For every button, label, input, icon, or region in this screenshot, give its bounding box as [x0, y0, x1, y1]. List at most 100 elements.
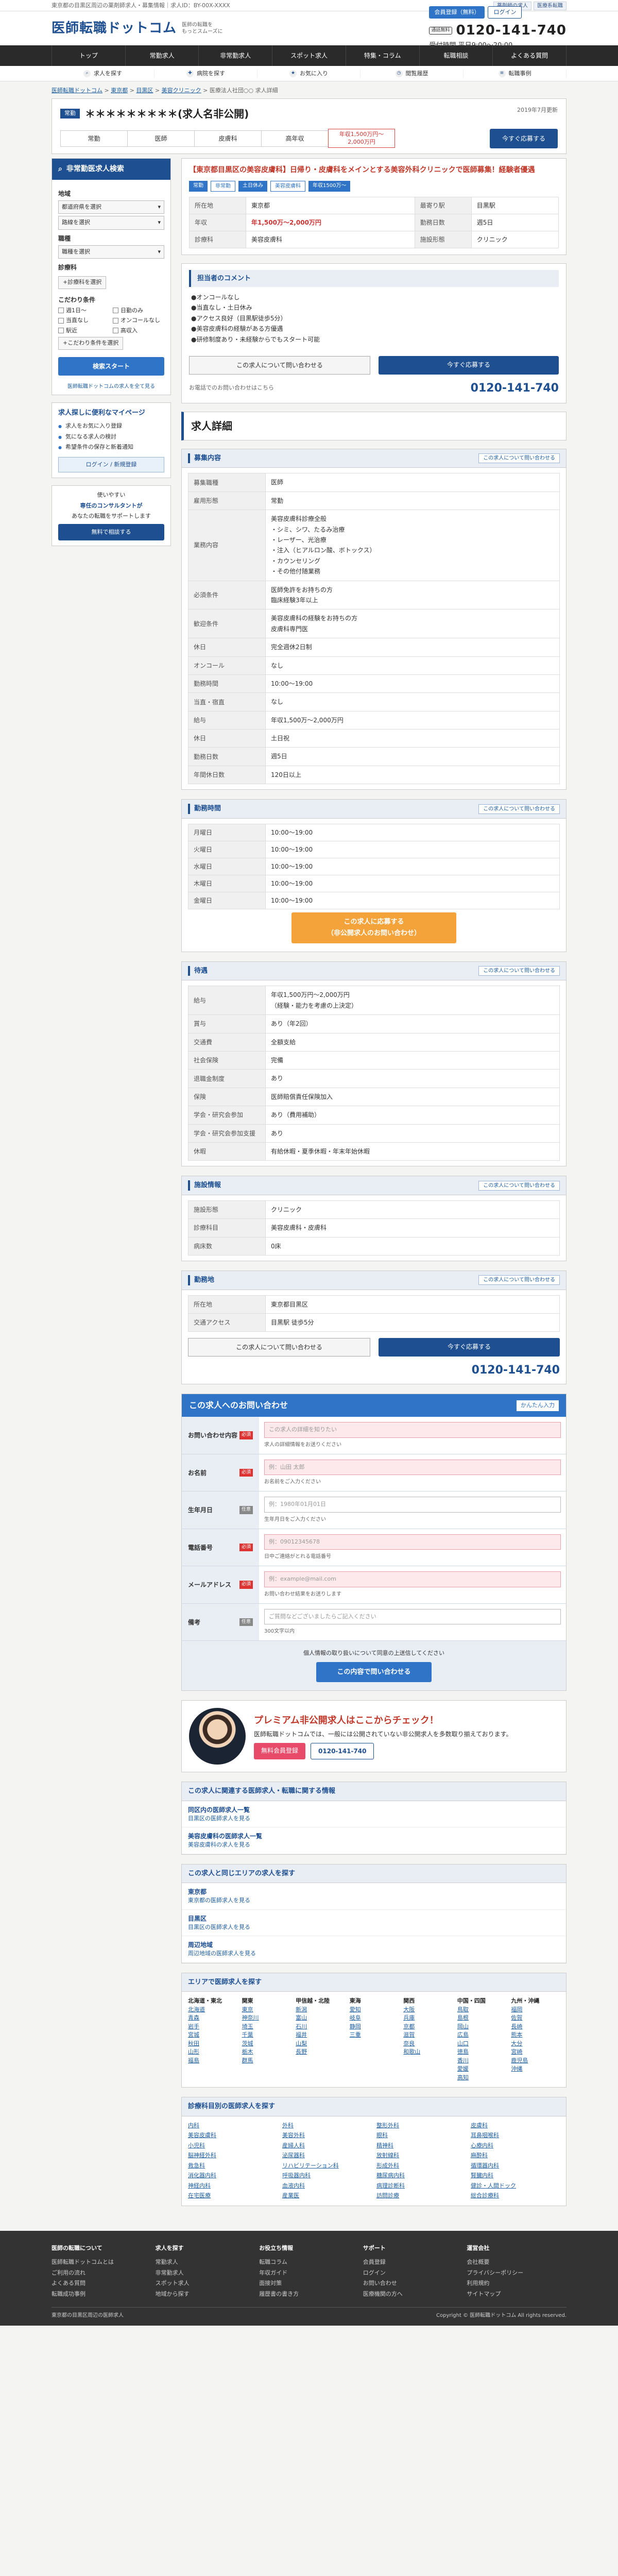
footer-link[interactable]: 常勤求人	[156, 2257, 255, 2268]
condition-checkbox[interactable]: 日勤のみ	[113, 307, 164, 315]
specialty-link[interactable]: 心療内科	[471, 2142, 560, 2150]
job-select[interactable]: 職種を選択 ▾	[58, 245, 164, 259]
area-link[interactable]: 新潟	[296, 2006, 345, 2014]
condition-checkbox[interactable]: 週1日〜	[58, 307, 110, 315]
specialty-link[interactable]: 眼科	[376, 2131, 466, 2140]
breadcrumb-link[interactable]: 医師転職ドットコム	[52, 87, 102, 94]
area-link[interactable]: 徳島	[457, 2048, 506, 2057]
specialty-link[interactable]: 放射線科	[376, 2151, 466, 2160]
premium-banner[interactable]: プレミアム非公開求人はここからチェック！ 医師転職ドットコムでは、一般には公開さ…	[181, 1700, 566, 1773]
nav-item[interactable]: 非常勤求人	[199, 45, 273, 66]
register-button[interactable]: 会員登録（無料）	[429, 6, 485, 19]
area-link[interactable]: 岩手	[188, 2023, 237, 2031]
specialty-link[interactable]: 皮膚科	[471, 2122, 560, 2130]
area-link[interactable]: 北海道	[188, 2006, 237, 2014]
form-input[interactable]: 例：山田 太郎	[264, 1459, 561, 1476]
specialty-link[interactable]: 血液内科	[282, 2182, 371, 2191]
line-select[interactable]: 路線を選択 ▾	[58, 216, 164, 230]
footer-link[interactable]: サイトマップ	[467, 2289, 566, 2300]
related-item[interactable]: 目黒区 目黒区の医師求人を見る	[182, 1910, 566, 1937]
specialty-link[interactable]: 美容外科	[282, 2131, 371, 2140]
area-link[interactable]: 福島	[188, 2057, 237, 2065]
specialty-link[interactable]: 形成外科	[376, 2162, 466, 2171]
all-jobs-link[interactable]: 医師転職ドットコムの求人を全て見る	[52, 383, 170, 395]
inquire-button[interactable]: この求人について問い合わせる	[188, 1338, 370, 1357]
area-link[interactable]: 茨城	[242, 2040, 291, 2048]
related-item[interactable]: 美容皮膚科の医師求人一覧 美容皮膚科の求人を見る	[182, 1827, 566, 1854]
area-link[interactable]: 宮崎	[511, 2048, 560, 2057]
specialty-link[interactable]: 循環器内科	[471, 2162, 560, 2171]
condition-checkbox[interactable]: 駅近	[58, 327, 110, 335]
area-link[interactable]: 東京	[242, 2006, 291, 2014]
footer-link[interactable]: 会員登録	[363, 2257, 463, 2268]
area-link[interactable]: 宮城	[188, 2031, 237, 2040]
inquire-link[interactable]: この求人について問い合わせる	[478, 1275, 560, 1285]
area-link[interactable]: 愛知	[350, 2006, 399, 2014]
specialty-link[interactable]: 腎臓内科	[471, 2172, 560, 2180]
subnav-cases[interactable]: ≡ 転職事例	[464, 69, 566, 78]
footer-link[interactable]: 履歴書の書き方	[259, 2289, 359, 2300]
specialty-link[interactable]: 小児科	[188, 2142, 277, 2150]
nav-item[interactable]: 特集・コラム	[346, 45, 420, 66]
subnav-favorite[interactable]: ★ お気に入り	[258, 69, 360, 78]
specialty-link[interactable]: 訪問診療	[376, 2192, 466, 2200]
area-link[interactable]: 佐賀	[511, 2014, 560, 2023]
specialty-link[interactable]: 泌尿器科	[282, 2151, 371, 2160]
footer-link[interactable]: 年収ガイド	[259, 2268, 359, 2279]
condition-checkbox[interactable]: 当直なし	[58, 316, 110, 325]
area-link[interactable]: 福岡	[511, 2006, 560, 2014]
area-link[interactable]: 鹿児島	[511, 2057, 560, 2065]
phone-number[interactable]: 0120-141-740	[472, 1362, 560, 1379]
specialty-button[interactable]: +診療科を選択	[58, 276, 107, 289]
footer-link[interactable]: プライバシーポリシー	[467, 2268, 566, 2279]
consult-banner[interactable]: 使いやすい 専任のコンサルタントが あなたの転職をサポートします 無料で相談する	[52, 485, 171, 546]
related-item[interactable]: 同区内の医師求人一覧 目黒区の医師求人を見る	[182, 1801, 566, 1828]
specialty-link[interactable]: 健診・人間ドック	[471, 2182, 560, 2191]
specialty-link[interactable]: 産婦人科	[282, 2142, 371, 2150]
specialty-link[interactable]: 麻酔科	[471, 2151, 560, 2160]
footer-link[interactable]: 会社概要	[467, 2257, 566, 2268]
area-link[interactable]: 高知	[457, 2074, 506, 2082]
apply-orange-button[interactable]: この求人に応募する （非公開求人のお問い合わせ）	[291, 912, 456, 943]
area-link[interactable]: 大分	[511, 2040, 560, 2048]
nav-item[interactable]: 常勤求人	[126, 45, 199, 66]
area-link[interactable]: 山梨	[296, 2040, 345, 2048]
prefecture-select[interactable]: 都道府県を選択 ▾	[58, 200, 164, 214]
area-link[interactable]: 鳥取	[457, 2006, 506, 2014]
area-link[interactable]: 三重	[350, 2031, 399, 2040]
form-input[interactable]: 例：1980年01月01日	[264, 1497, 561, 1513]
inquire-link[interactable]: この求人について問い合わせる	[478, 804, 560, 814]
footer-link[interactable]: 転職コラム	[259, 2257, 359, 2268]
area-link[interactable]: 長野	[296, 2048, 345, 2057]
phone-number[interactable]: 0120-141-740	[311, 1742, 374, 1759]
area-link[interactable]: 山口	[457, 2040, 506, 2048]
specialty-link[interactable]: 総合診療科	[471, 2192, 560, 2200]
area-link[interactable]: 長崎	[511, 2023, 560, 2031]
footer-link[interactable]: 非常勤求人	[156, 2268, 255, 2279]
area-link[interactable]: 和歌山	[403, 2048, 452, 2057]
specialty-link[interactable]: 産業医	[282, 2192, 371, 2200]
specialty-link[interactable]: 外科	[282, 2122, 371, 2130]
footer-link[interactable]: よくある質問	[52, 2278, 151, 2289]
condition-checkbox[interactable]: 高収入	[113, 327, 164, 335]
footer-link[interactable]: ログイン	[363, 2268, 463, 2279]
nav-item[interactable]: トップ	[52, 45, 126, 66]
site-logo[interactable]: 医師転職ドットコム 医師の転職を もっとスムーズに	[52, 19, 223, 39]
breadcrumb-link[interactable]: 美容クリニック	[162, 87, 201, 94]
footer-link[interactable]: 地域から探す	[156, 2289, 255, 2300]
footer-link[interactable]: 面接対策	[259, 2278, 359, 2289]
footer-link[interactable]: 転職成功事例	[52, 2289, 151, 2300]
subnav-history[interactable]: ◷ 閲覧履歴	[360, 69, 464, 78]
inquire-link[interactable]: この求人について問い合わせる	[478, 453, 560, 464]
specialty-link[interactable]: 精神科	[376, 2142, 466, 2150]
area-link[interactable]: 千葉	[242, 2031, 291, 2040]
area-link[interactable]: 福井	[296, 2031, 345, 2040]
register-button[interactable]: 無料会員登録	[254, 1742, 306, 1759]
area-link[interactable]: 京都	[403, 2023, 452, 2031]
area-link[interactable]: 広島	[457, 2031, 506, 2040]
specialty-link[interactable]: 整形外科	[376, 2122, 466, 2130]
specialty-link[interactable]: 内科	[188, 2122, 277, 2130]
submit-inquiry-button[interactable]: この内容で問い合わせる	[316, 1662, 432, 1683]
header-phone[interactable]: 通話無料 0120-141-740	[429, 21, 566, 41]
specialty-link[interactable]: 病理診断科	[376, 2182, 466, 2191]
